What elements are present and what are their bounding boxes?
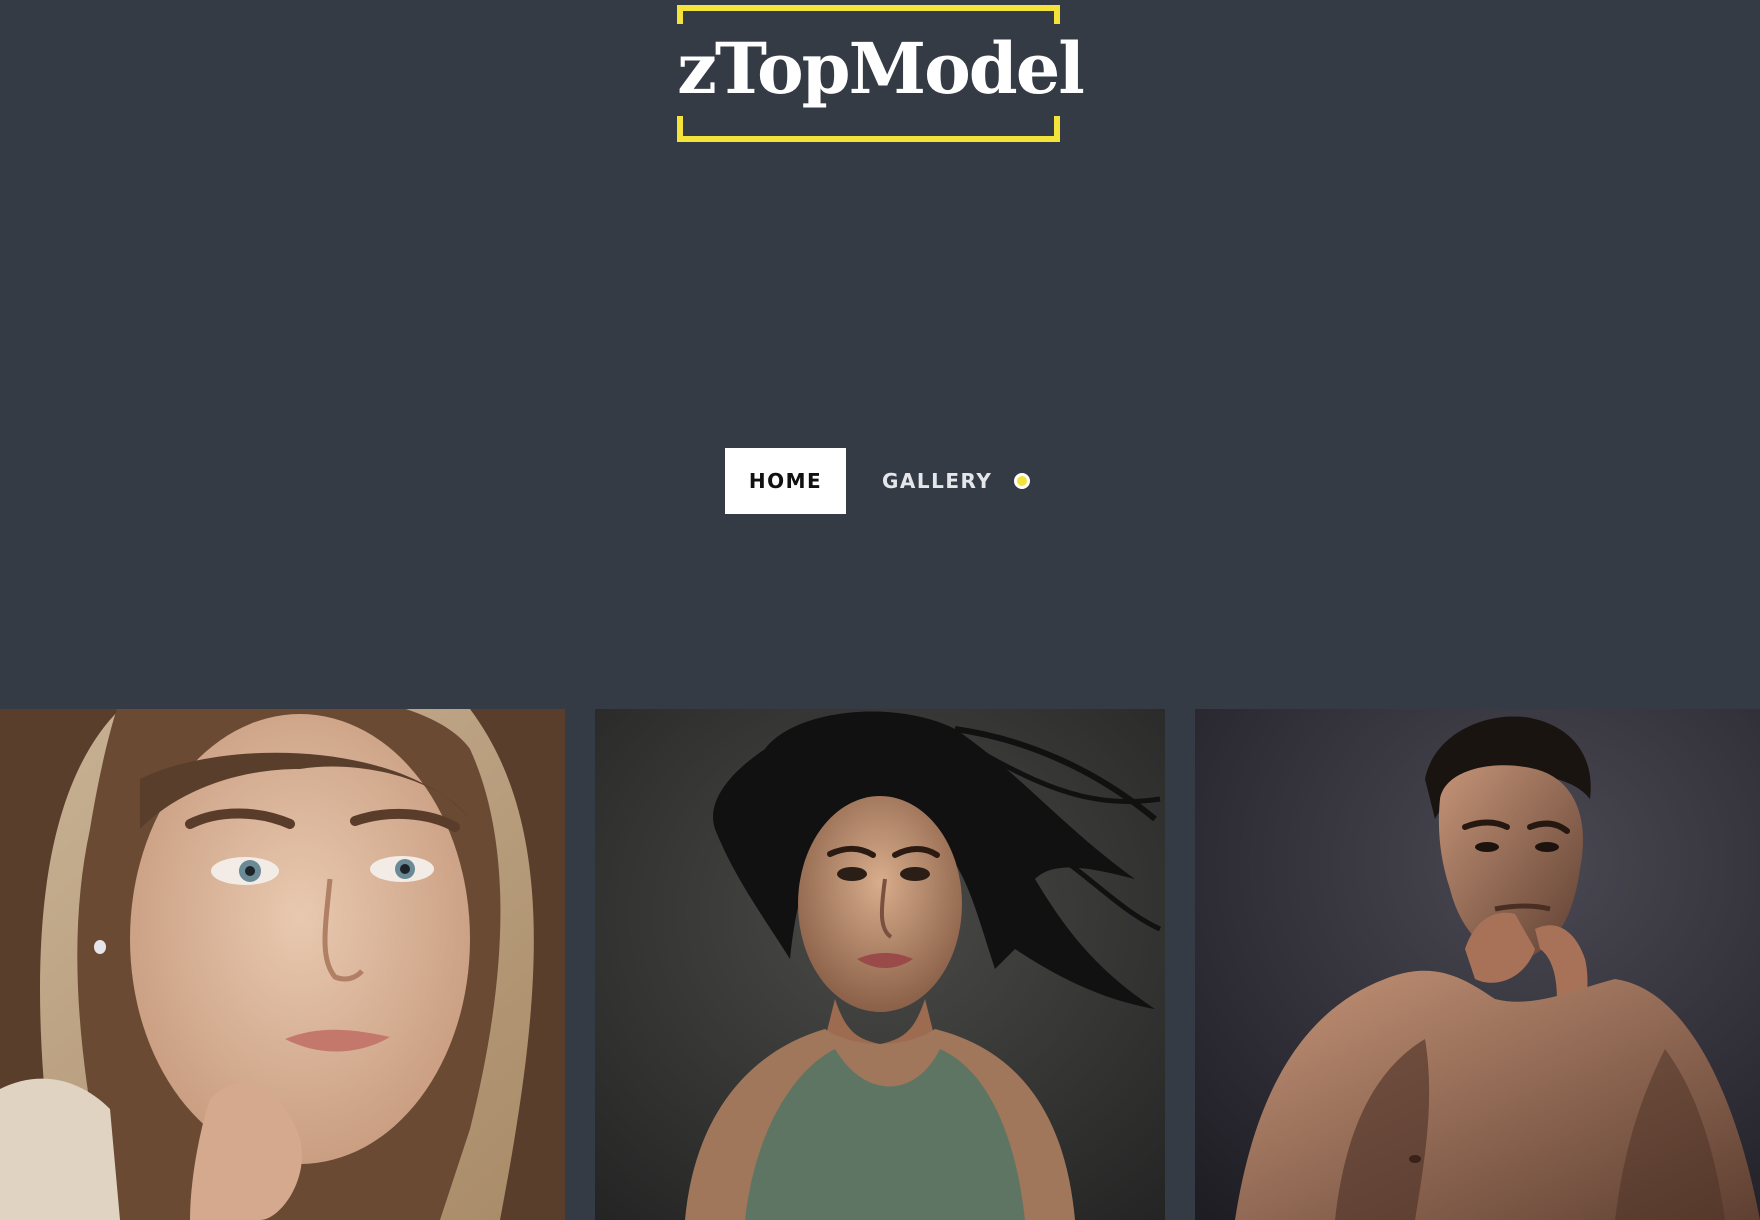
- portrait-woman-light-hair-icon: [0, 709, 565, 1220]
- nav-item-gallery-label: GALLERY: [882, 469, 993, 493]
- gallery-photo-3[interactable]: [1195, 709, 1760, 1220]
- logo-frame-bottom: [677, 116, 1060, 142]
- gallery-photo-1[interactable]: [0, 709, 565, 1220]
- gallery-photo-2[interactable]: [595, 709, 1165, 1220]
- logo-frame-top: [677, 5, 1060, 25]
- portrait-man-shirtless-icon: [1195, 709, 1760, 1220]
- nav-item-gallery[interactable]: GALLERY: [846, 448, 1031, 514]
- submenu-indicator-icon: [1014, 473, 1031, 489]
- page: zTopModel HOME GALLERY: [0, 0, 1760, 1220]
- gallery: [0, 709, 1760, 1220]
- logo-text: zTopModel: [655, 24, 1105, 114]
- nav-item-home[interactable]: HOME: [725, 448, 846, 514]
- portrait-woman-dark-hair-icon: [595, 709, 1165, 1220]
- main-nav: HOME GALLERY: [725, 448, 1031, 514]
- site-logo[interactable]: zTopModel: [655, 2, 1105, 144]
